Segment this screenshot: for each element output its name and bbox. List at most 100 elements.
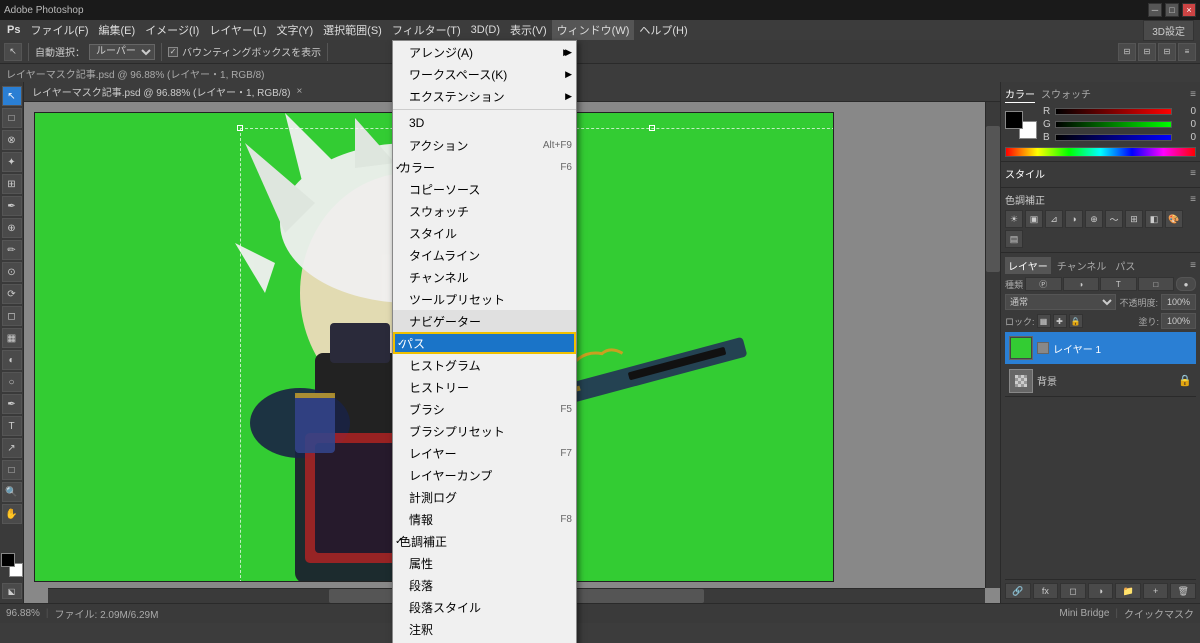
channels-tab[interactable]: チャンネル xyxy=(1054,257,1110,274)
gradient-tool[interactable]: ▦ xyxy=(2,328,22,348)
adj-vibrance[interactable]: ⊕ xyxy=(1085,210,1103,228)
dd-paths[interactable]: ✓ パス xyxy=(393,332,576,354)
dd-brushpresets[interactable]: ブラシプリセット xyxy=(393,420,576,442)
dd-toolpresets[interactable]: ツールプリセット xyxy=(393,288,576,310)
dd-color[interactable]: ✓ カラー F6 xyxy=(393,156,576,178)
dd-workspace[interactable]: ワークスペース(K) ▶ xyxy=(393,63,576,85)
adj-panel-menu[interactable]: ≡ xyxy=(1190,194,1196,205)
paths-tab[interactable]: パス xyxy=(1112,257,1138,274)
layer-filter-type[interactable]: T xyxy=(1100,277,1137,291)
dd-layercomps[interactable]: レイヤーカンプ xyxy=(393,464,576,486)
crop-tool[interactable]: ⊞ xyxy=(2,174,22,194)
layers-tab[interactable]: レイヤー xyxy=(1005,257,1051,274)
menu-filter[interactable]: フィルター(T) xyxy=(387,20,466,40)
align-center-icon[interactable]: ⊟ xyxy=(1138,43,1156,61)
hand-tool[interactable]: ✋ xyxy=(2,504,22,524)
magic-wand-tool[interactable]: ✦ xyxy=(2,152,22,172)
dd-extensions[interactable]: エクステンション ▶ xyxy=(393,85,576,107)
color-tab[interactable]: カラー xyxy=(1005,86,1035,103)
type-tool[interactable]: T xyxy=(2,416,22,436)
adj-channel[interactable]: ▤ xyxy=(1005,230,1023,248)
layer-adj-icon[interactable]: ◑ xyxy=(1088,583,1114,599)
close-btn[interactable]: × xyxy=(1182,3,1196,17)
adj-exposure[interactable]: ◑ xyxy=(1065,210,1083,228)
dodge-tool[interactable]: ○ xyxy=(2,372,22,392)
brush-tool[interactable]: ✏ xyxy=(2,240,22,260)
path-select-tool[interactable]: ↗ xyxy=(2,438,22,458)
pen-tool[interactable]: ✒ xyxy=(2,394,22,414)
dd-paragraphs[interactable]: 段落 xyxy=(393,574,576,596)
dd-navigator[interactable]: ナビゲーター xyxy=(393,310,576,332)
align-left-icon[interactable]: ⊟ xyxy=(1118,43,1136,61)
menu-select[interactable]: 選択範囲(S) xyxy=(318,20,387,40)
menu-file[interactable]: ファイル(F) xyxy=(25,20,93,40)
panel-fg-color[interactable] xyxy=(1005,111,1023,129)
dd-histogram[interactable]: ヒストグラム xyxy=(393,354,576,376)
dd-layers[interactable]: レイヤー F7 xyxy=(393,442,576,464)
dd-parastyles[interactable]: 段落スタイル xyxy=(393,596,576,618)
distribute-icon[interactable]: ≡ xyxy=(1178,43,1196,61)
swatch-tab[interactable]: スウォッチ xyxy=(1041,86,1091,103)
3d-settings-btn[interactable]: 3D設定 xyxy=(1143,20,1194,41)
menu-type[interactable]: 文字(Y) xyxy=(271,20,318,40)
menu-help[interactable]: ヘルプ(H) xyxy=(634,20,692,40)
bounding-box-checkbox[interactable]: ✓ xyxy=(168,47,178,57)
dd-info[interactable]: 情報 F8 xyxy=(393,508,576,530)
dd-coloradj[interactable]: ✓ 色調補正 xyxy=(393,530,576,552)
doc-close-btn[interactable]: × xyxy=(297,86,303,97)
layer-filter-adj[interactable]: ◑ xyxy=(1063,277,1100,291)
menu-image[interactable]: イメージ(I) xyxy=(140,20,204,40)
maximize-btn[interactable]: □ xyxy=(1165,3,1179,17)
layer-link-icon[interactable]: 🔗 xyxy=(1005,583,1031,599)
adj-photo[interactable]: 🎨 xyxy=(1165,210,1183,228)
blend-mode-select[interactable]: 通常 xyxy=(1005,294,1116,310)
dd-arrange[interactable]: アレンジ(A) ▶ xyxy=(393,41,576,63)
opacity-input[interactable] xyxy=(1161,294,1196,310)
layer-add-icon[interactable]: + xyxy=(1143,583,1169,599)
style-tab[interactable]: スタイル xyxy=(1005,166,1045,181)
dd-copysource[interactable]: コピーソース xyxy=(393,178,576,200)
zoom-tool[interactable]: 🔍 xyxy=(2,482,22,502)
layers-menu[interactable]: ≡ xyxy=(1190,260,1196,271)
layer-item-bg[interactable]: 背景 🔒 xyxy=(1005,365,1196,397)
eraser-tool[interactable]: ◻ xyxy=(2,306,22,326)
minimize-btn[interactable]: ─ xyxy=(1148,3,1162,17)
lock-pixel[interactable]: ▦ xyxy=(1037,314,1051,328)
adj-levels[interactable]: ▣ xyxy=(1025,210,1043,228)
fill-input[interactable] xyxy=(1161,313,1196,329)
dd-notes[interactable]: 注釈 xyxy=(393,618,576,640)
menu-window[interactable]: ウィンドウ(W) xyxy=(552,20,635,40)
eyedropper-tool[interactable]: ✒ xyxy=(2,196,22,216)
dd-swatches[interactable]: スウォッチ xyxy=(393,200,576,222)
layer-filter-toggle[interactable]: ● xyxy=(1176,277,1196,291)
color-spectrum[interactable] xyxy=(1005,147,1196,157)
menu-view[interactable]: 表示(V) xyxy=(505,20,552,40)
lasso-tool[interactable]: ⊗ xyxy=(2,130,22,150)
auto-select-dropdown[interactable]: ルーパー xyxy=(89,44,155,60)
marquee-tool[interactable]: □ xyxy=(2,108,22,128)
dd-attributes[interactable]: 属性 xyxy=(393,552,576,574)
align-right-icon[interactable]: ⊟ xyxy=(1158,43,1176,61)
dd-calclog[interactable]: 計測ログ xyxy=(393,486,576,508)
heal-tool[interactable]: ⊕ xyxy=(2,218,22,238)
v-scrollbar[interactable] xyxy=(985,102,1000,588)
menu-3d[interactable]: 3D(D) xyxy=(466,22,505,38)
dd-brushes[interactable]: ブラシ F5 xyxy=(393,398,576,420)
layer-filter-pixel[interactable]: Ⓟ xyxy=(1025,277,1062,291)
adj-hsl[interactable]: 〜 xyxy=(1105,210,1123,228)
fg-bg-colors[interactable] xyxy=(1,553,23,577)
style-panel-menu[interactable]: ≡ xyxy=(1190,168,1196,179)
dd-actions[interactable]: アクション Alt+F9 xyxy=(393,134,576,156)
adj-curves[interactable]: ⊿ xyxy=(1045,210,1063,228)
layer-mask-icon[interactable]: ◻ xyxy=(1060,583,1086,599)
dd-channels[interactable]: チャンネル xyxy=(393,266,576,288)
shape-tool[interactable]: □ xyxy=(2,460,22,480)
layer-group-icon[interactable]: 📁 xyxy=(1115,583,1141,599)
menu-edit[interactable]: 編集(E) xyxy=(94,20,141,40)
blur-tool[interactable]: ◐ xyxy=(2,350,22,370)
layer-item-1[interactable]: レイヤー 1 xyxy=(1005,332,1196,364)
layer-effect-icon[interactable]: fx xyxy=(1033,583,1059,599)
dd-history[interactable]: ヒストリー xyxy=(393,376,576,398)
adj-bright[interactable]: ☀ xyxy=(1005,210,1023,228)
quick-mask-btn[interactable]: ⬕ xyxy=(2,583,22,599)
